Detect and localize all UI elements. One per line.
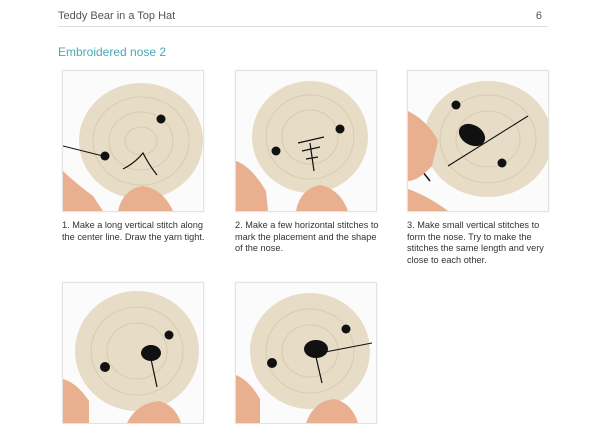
step-2-caption: 2. Make a few horizontal stitches to mar… [235,220,379,253]
page-number: 6 [535,10,542,22]
step-3-caption: 3. Make small vertical stitches to form … [407,220,544,265]
step-3-photo [407,70,549,212]
document-title: Teddy Bear in a Top Hat [58,10,176,22]
step-1-photo [62,70,204,212]
page-header: Teddy Bear in a Top Hat 6 [58,8,548,27]
step-2-photo [235,70,377,212]
step-1-caption: 1. Make a long vertical stitch along the… [62,220,205,242]
step-4-photo [62,282,204,424]
section-title: Embroidered nose 2 [58,45,167,59]
step-5-photo [235,282,377,424]
